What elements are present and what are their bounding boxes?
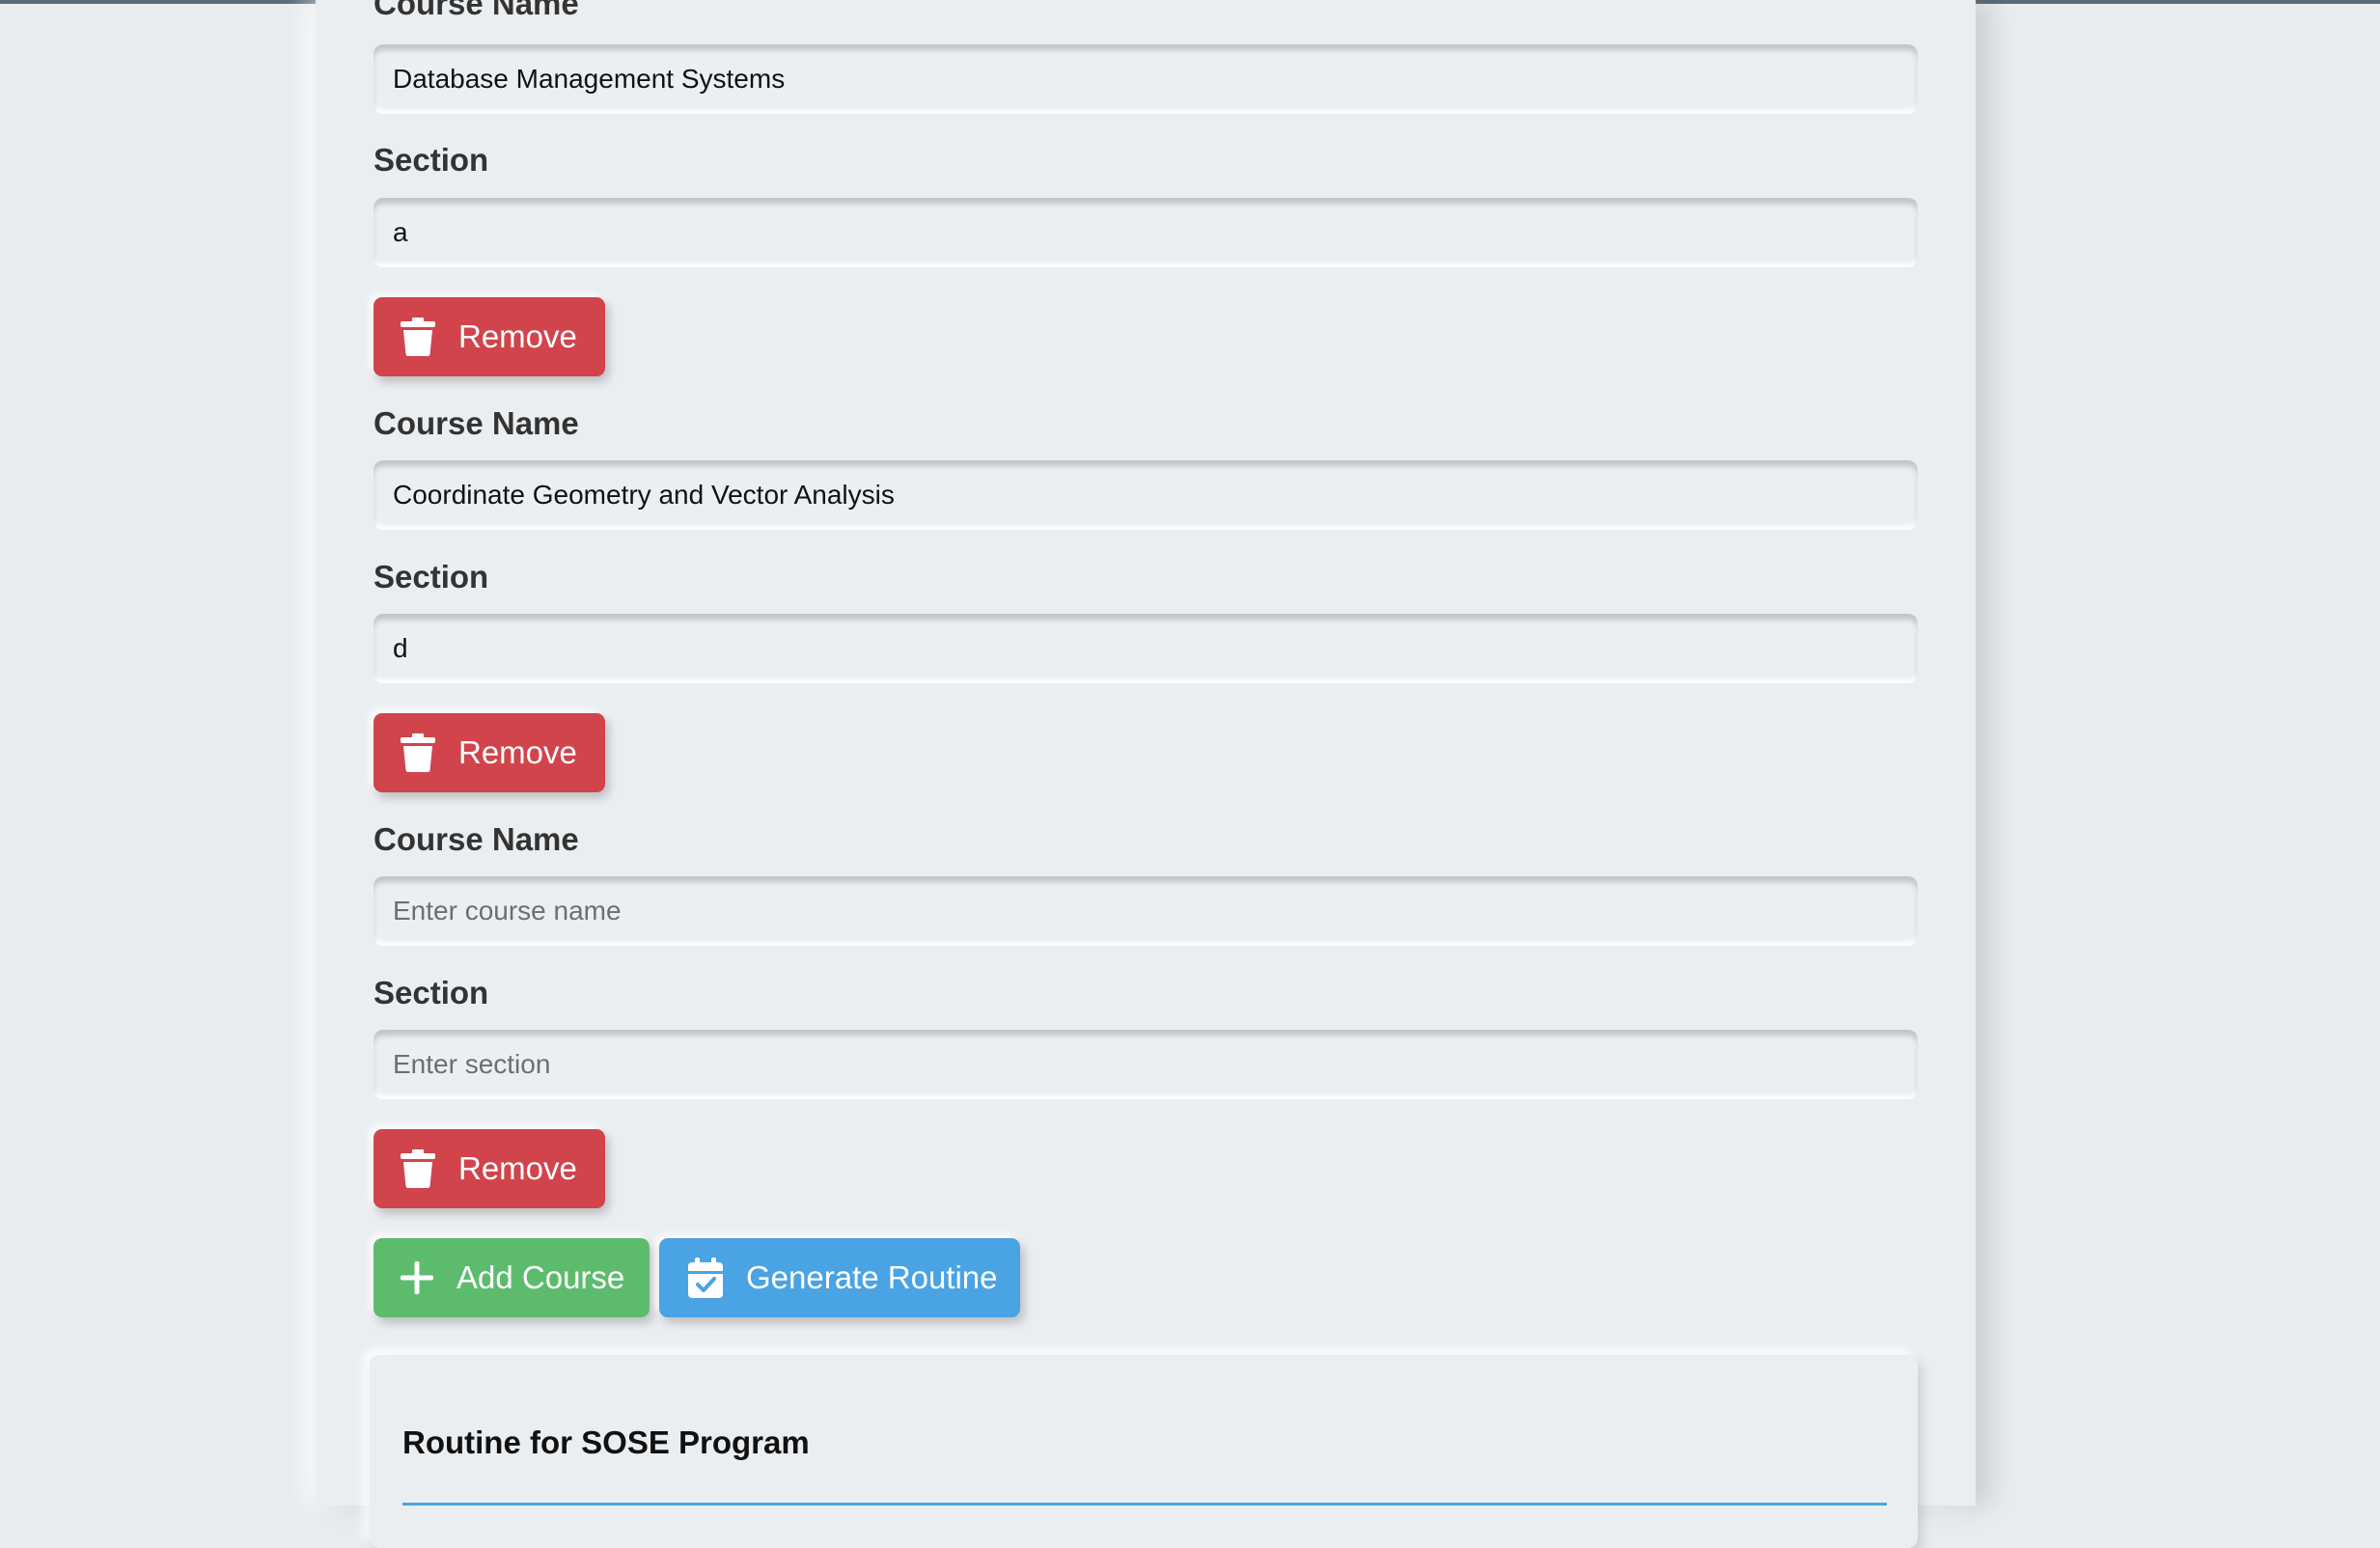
remove-course-button[interactable]: Remove [374, 1129, 605, 1208]
section-label: Section [374, 975, 489, 1010]
generate-routine-label: Generate Routine [746, 1259, 998, 1295]
remove-label: Remove [458, 1150, 577, 1186]
course-name-input[interactable] [374, 460, 1918, 530]
routine-card: Routine for SOSE Program [370, 1355, 1918, 1548]
plus-icon [401, 1261, 433, 1294]
section-label: Section [374, 142, 489, 178]
add-course-label: Add Course [457, 1259, 625, 1295]
routine-title: Routine for SOSE Program [402, 1424, 810, 1460]
section-input[interactable] [374, 1030, 1918, 1099]
remove-course-button[interactable]: Remove [374, 713, 605, 792]
calendar-check-icon [688, 1258, 723, 1298]
remove-label: Remove [458, 318, 577, 354]
trash-icon [401, 318, 435, 356]
course-name-input[interactable] [374, 876, 1918, 946]
trash-icon [401, 733, 435, 772]
course-name-label: Course Name [374, 821, 579, 857]
course-name-label: Course Name [374, 0, 579, 21]
generate-routine-button[interactable]: Generate Routine [659, 1238, 1020, 1317]
section-label: Section [374, 559, 489, 594]
add-course-button[interactable]: Add Course [374, 1238, 650, 1317]
remove-course-button[interactable]: Remove [374, 297, 605, 376]
course-name-label: Course Name [374, 405, 579, 441]
course-name-input[interactable] [374, 44, 1918, 114]
trash-icon [401, 1149, 435, 1188]
remove-label: Remove [458, 734, 577, 770]
section-input[interactable] [374, 198, 1918, 267]
course-form-panel: Course Name Section Remove Course Name S… [316, 0, 1976, 1548]
section-input[interactable] [374, 614, 1918, 683]
